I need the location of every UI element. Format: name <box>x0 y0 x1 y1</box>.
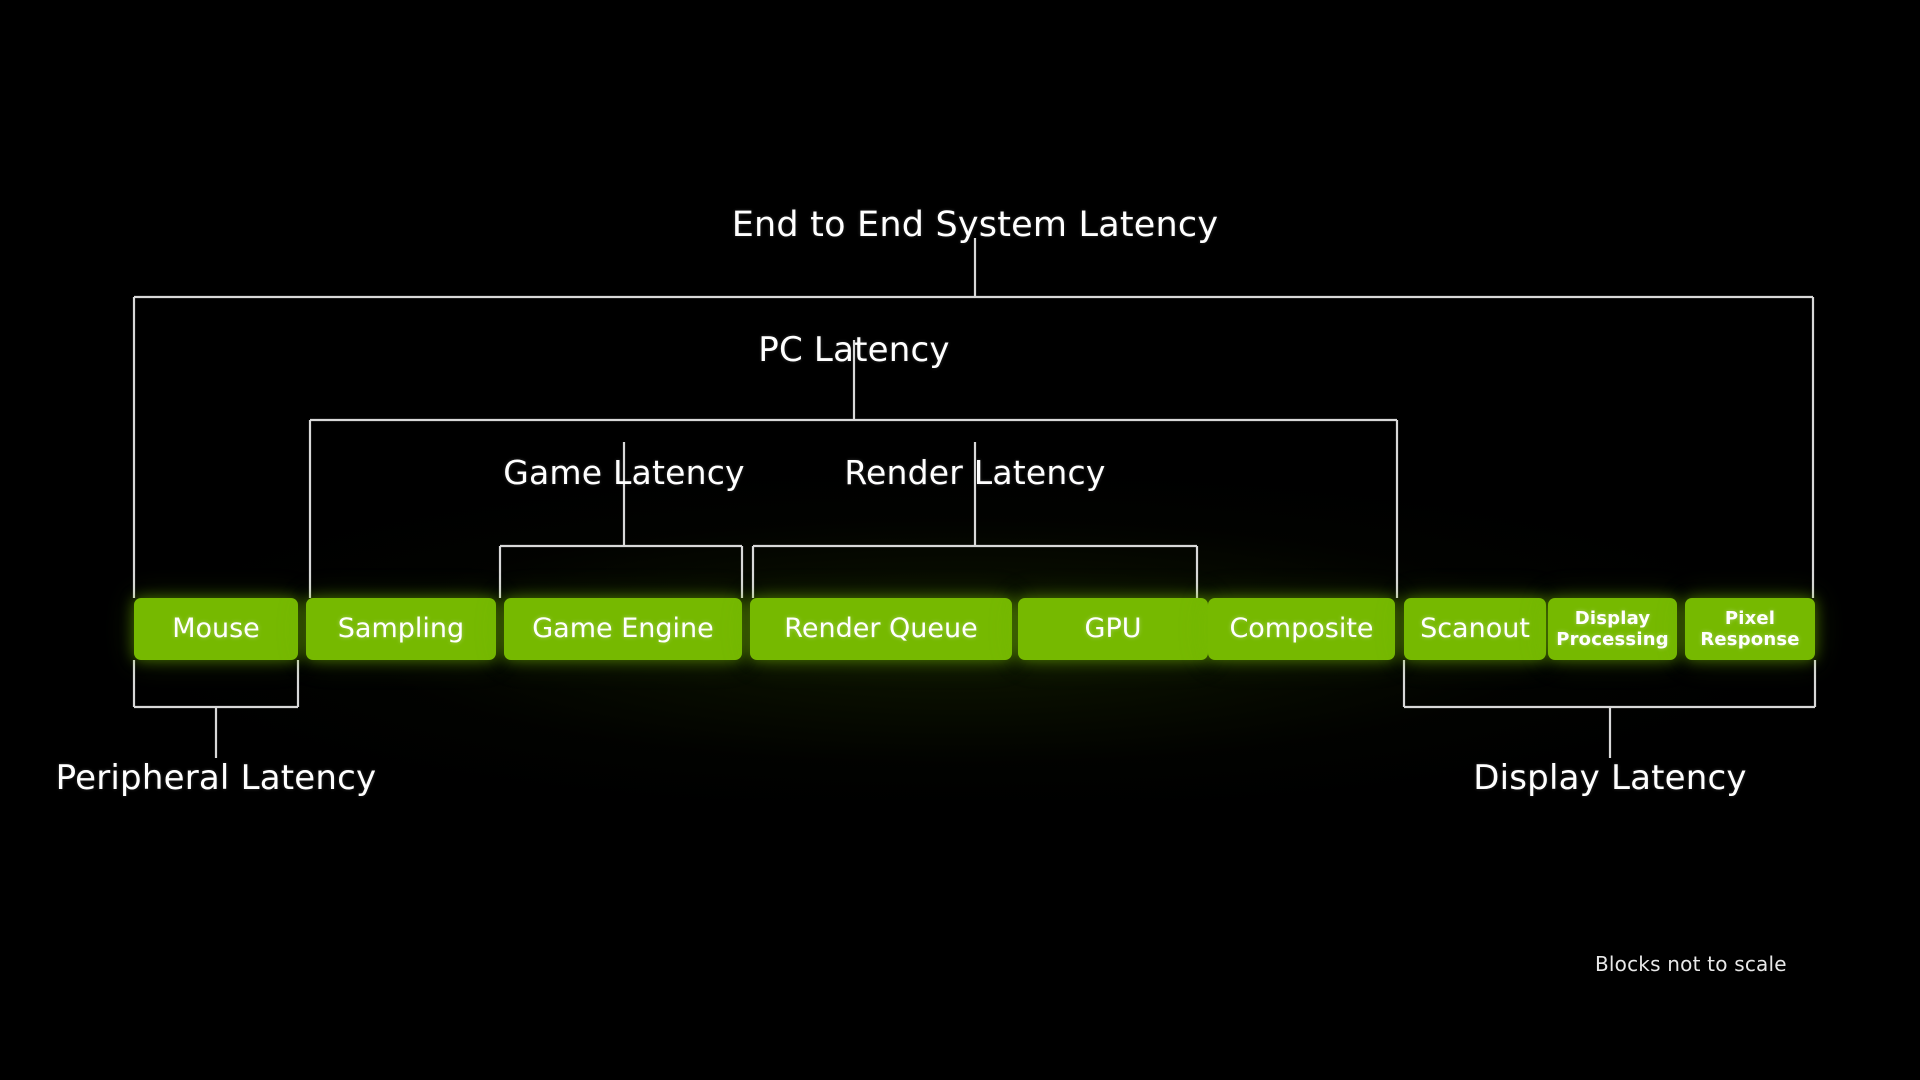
footnote-blocks-not-to-scale: Blocks not to scale <box>1595 952 1787 976</box>
block-pixel-response[interactable]: Pixel Response <box>1685 598 1815 660</box>
block-label-game-engine: Game Engine <box>532 612 714 644</box>
block-label-composite: Composite <box>1229 612 1374 644</box>
block-render-queue[interactable]: Render Queue <box>750 598 1012 660</box>
bracket-peripheral-latency <box>132 660 300 758</box>
block-scanout[interactable]: Scanout <box>1404 598 1546 660</box>
group-label-render-latency: Render Latency <box>844 453 1106 492</box>
block-label-pixel-response: Pixel Response <box>1700 607 1800 650</box>
block-gpu[interactable]: GPU <box>1018 598 1208 660</box>
connector-lines <box>132 238 1817 758</box>
group-label-peripheral-latency: Peripheral Latency <box>55 758 377 798</box>
block-label-sampling: Sampling <box>337 612 465 644</box>
block-game-engine[interactable]: Game Engine <box>504 598 742 660</box>
bracket-end-to-end <box>132 238 1815 598</box>
block-sampling[interactable]: Sampling <box>306 598 496 660</box>
block-label-mouse: Mouse <box>172 612 260 644</box>
group-label-end-to-end: End to End System Latency <box>731 205 1219 245</box>
block-label-render-queue: Render Queue <box>784 612 978 644</box>
latency-diagram: End to End System Latency PC Latency Gam… <box>0 0 1920 1080</box>
group-label-display-latency: Display Latency <box>1473 758 1747 798</box>
block-composite[interactable]: Composite <box>1208 598 1395 660</box>
group-label-pc-latency: PC Latency <box>758 330 950 370</box>
block-display-processing[interactable]: Display Processing <box>1548 598 1677 660</box>
bracket-display-latency <box>1402 660 1817 758</box>
block-mouse[interactable]: Mouse <box>134 598 298 660</box>
group-label-game-latency: Game Latency <box>503 453 745 492</box>
block-label-gpu: GPU <box>1084 612 1142 644</box>
block-label-scanout: Scanout <box>1420 612 1530 644</box>
block-label-display-processing: Display Processing <box>1556 607 1669 650</box>
